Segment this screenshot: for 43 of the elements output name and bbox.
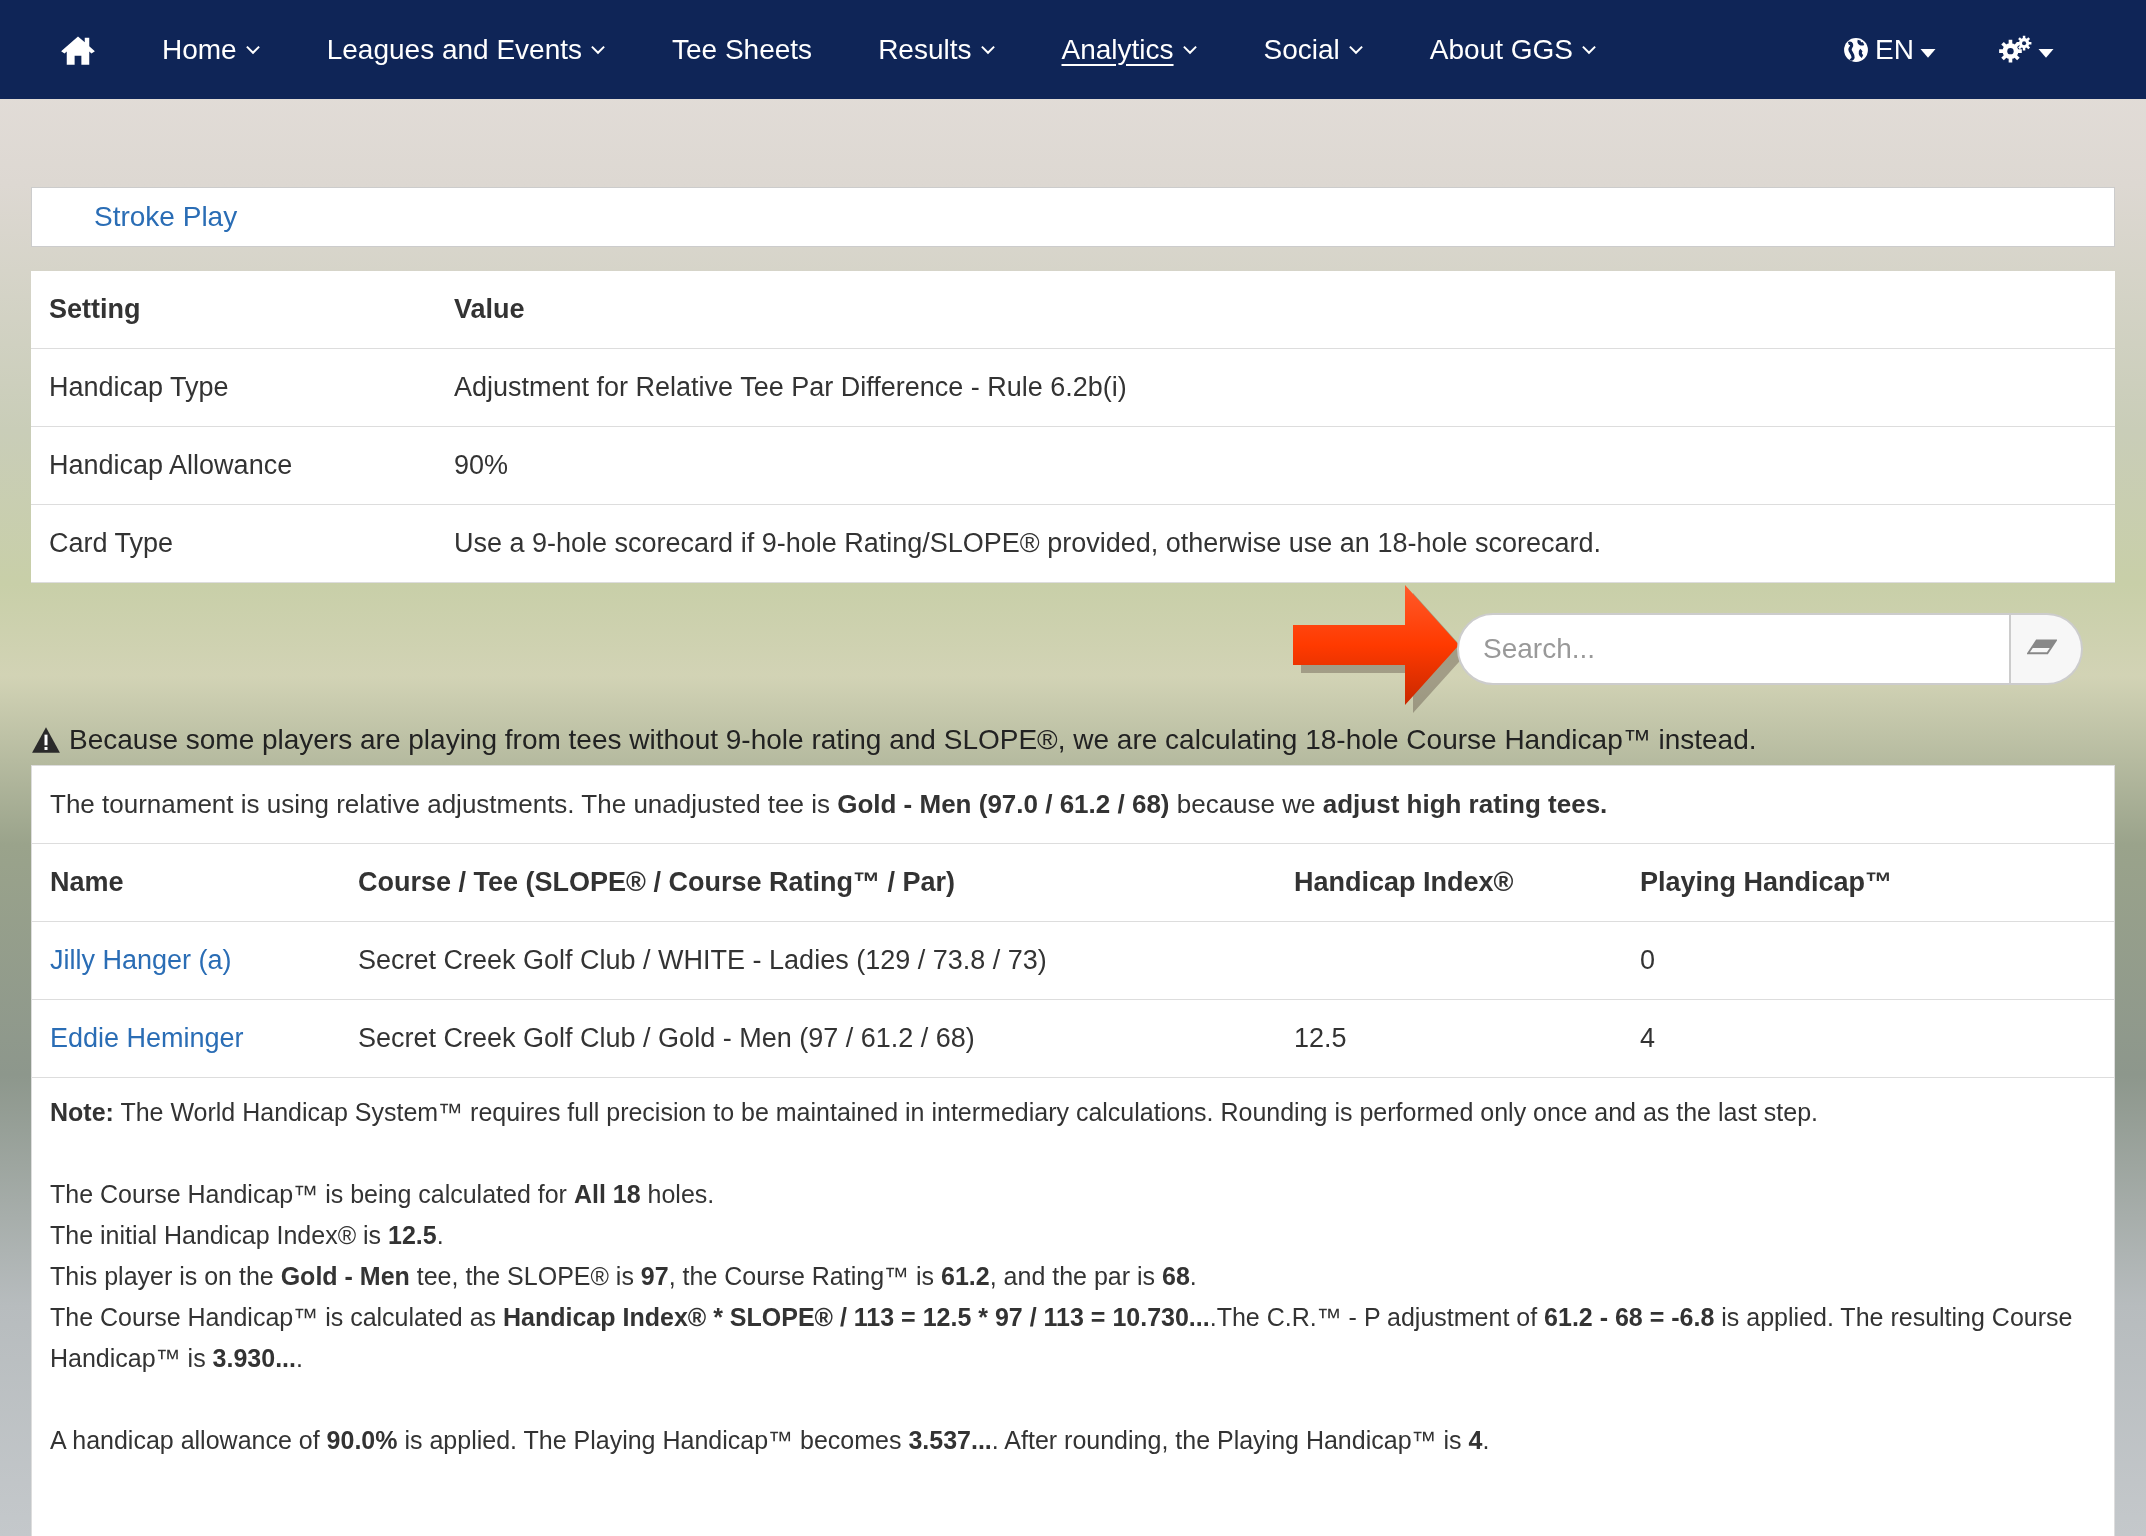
calculation-text: The Course Handicap™ is calculated as Handicap Index® * SLOPE® / 113 = 12.5 * 97 / 113 = 10.730....The C.R.™ - P adjustment of 61.2 - 68 = -6.8 is applied. The resulting Course Handicap™ is 3.930.... <box>50 1302 2074 1374</box>
language-menu[interactable]: EN <box>1843 33 1936 66</box>
table-cell: 90% <box>436 426 2115 505</box>
table-cell: 12.5 <box>1294 1023 1347 1053</box>
table-cell: Secret Creek Golf Club / WHITE - Ladies (129 / 73.8 / 73) <box>340 921 1276 1000</box>
stroke-play-tab[interactable]: Stroke Play <box>94 201 238 233</box>
nav-menu-item[interactable]: Home <box>162 33 261 66</box>
table-cell: Use a 9-hole scorecard if 9-hole Rating/SLOPE® provided, otherwise use an 18-hole scorecard. <box>436 504 2115 583</box>
nav-menu-item[interactable]: Tee Sheets <box>672 33 813 66</box>
player-name-link[interactable]: Eddie Heminger <box>50 1023 244 1053</box>
gears-icon <box>1998 34 2032 65</box>
column-header: Name <box>32 844 340 922</box>
nav-menu-item[interactable]: Leagues and Events <box>326 33 606 66</box>
calculation-text: This player is on the Gold - Men tee, the SLOPE® is 97, the Course Rating™ is 61.2, and the par is 68. <box>50 1261 1198 1292</box>
settings-menu[interactable] <box>1998 34 2054 65</box>
column-header: Value <box>436 271 2115 349</box>
table-cell: Adjustment for Relative Tee Par Difference - Rule 6.2b(i) <box>436 348 2115 427</box>
column-header: Handicap Index® <box>1276 844 1622 922</box>
clear-search-button[interactable] <box>2011 613 2083 685</box>
calculation-text: The Course Handicap™ is being calculated for All 18 holes. <box>50 1179 716 1210</box>
player-name-link[interactable]: Jilly Hanger (a) <box>50 945 232 975</box>
table-cell: Secret Creek Golf Club / Gold - Men (97 / 61.2 / 68) <box>340 999 1276 1078</box>
nav-menu-item[interactable]: Results <box>878 33 996 66</box>
nav-menu-item[interactable]: Analytics <box>1061 33 1198 66</box>
search-field[interactable]: Search... <box>1457 613 2011 685</box>
table-cell: Card Type <box>31 504 436 583</box>
calculation-text: A handicap allowance of 90.0% is applied. The Playing Handicap™ becomes 3.537.... After rounding, the Playing Handicap™ is 4. <box>50 1425 1491 1456</box>
column-header: Setting <box>31 271 436 349</box>
warning-icon <box>31 726 61 754</box>
calculation-text: Note: The World Handicap System™ requires full precision to be maintained in intermediary calculations. Rounding is performed only once and as the last step. <box>50 1097 1820 1128</box>
column-header: Playing Handicap™ <box>1622 844 2114 922</box>
nav-menu-item[interactable]: Social <box>1263 33 1364 66</box>
caret-icon <box>1920 48 1936 59</box>
table-cell: 0 <box>1622 921 2114 1000</box>
column-header: Course / Tee (SLOPE® / Course Rating™ / Par) <box>340 844 1276 922</box>
globe-icon <box>1843 36 1870 63</box>
table-cell: Handicap Type <box>31 348 436 427</box>
table-cell: 4 <box>1622 999 2114 1078</box>
warning-message: Because some players are playing from tees without 9-hole rating and SLOPE®, we are calculating 18-hole Course Handicap™ instead. <box>69 724 1757 756</box>
calculation-text: The initial Handicap Index® is 12.5. <box>50 1220 445 1251</box>
caret-icon <box>2038 48 2054 59</box>
table-cell: Handicap Allowance <box>31 426 436 505</box>
nav-menu-item[interactable]: About GGS <box>1429 33 1597 66</box>
